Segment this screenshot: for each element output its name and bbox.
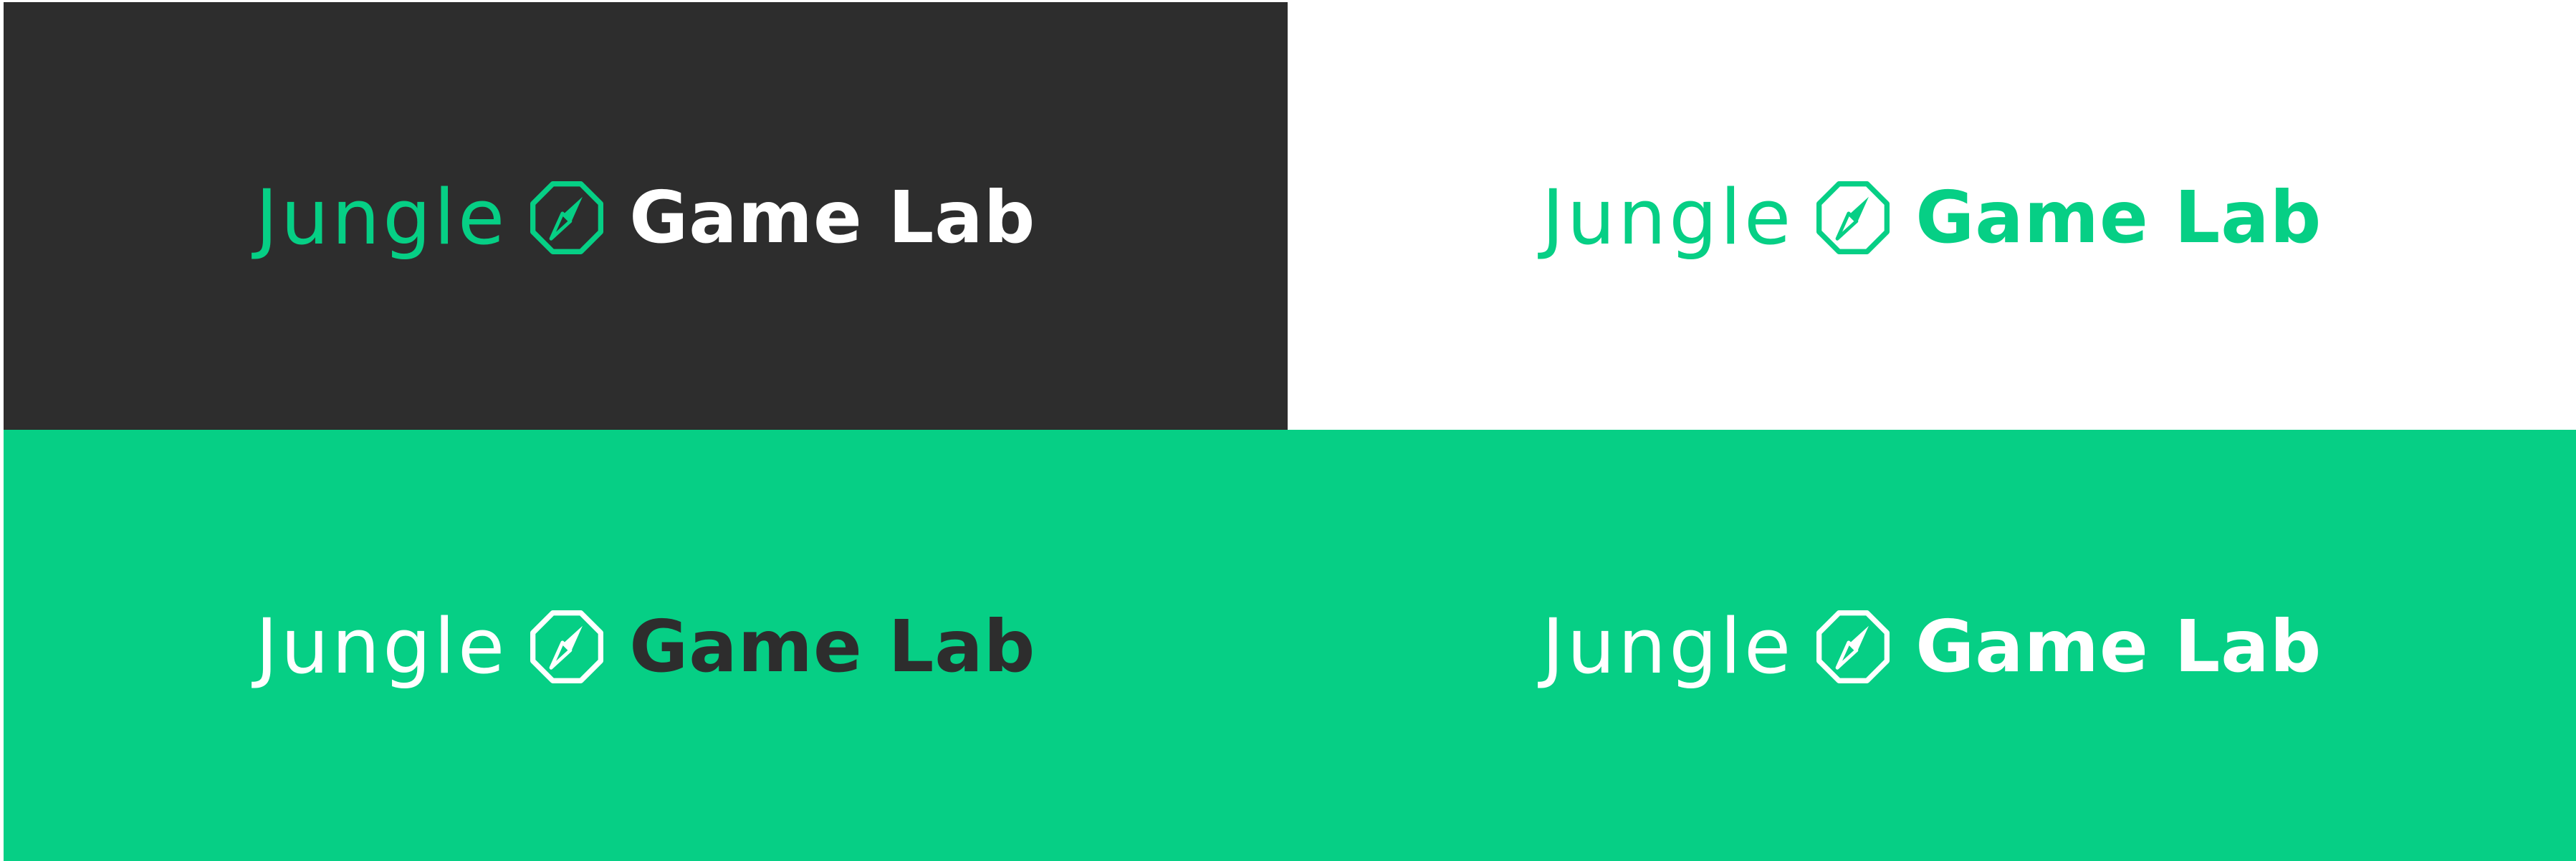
logo-lockup: Jungle Game Lab bbox=[1542, 586, 2322, 708]
logo-word-game-lab: Game Lab bbox=[629, 175, 1036, 259]
compass-icon bbox=[523, 174, 611, 261]
logo-lockup: Jungle Game Lab bbox=[256, 586, 1036, 708]
logo-panel-green-white-text: Jungle Game Lab bbox=[1288, 430, 2576, 861]
logo-word-jungle: Jungle bbox=[255, 173, 508, 261]
logo-lockup: Jungle Game Lab bbox=[1542, 157, 2322, 279]
compass-icon bbox=[1809, 603, 1897, 691]
compass-icon bbox=[523, 603, 611, 691]
logo-word-game-lab: Game Lab bbox=[1915, 605, 2322, 688]
logo-word-jungle: Jungle bbox=[1541, 173, 1794, 261]
logo-word-game-lab: Game Lab bbox=[629, 605, 1036, 688]
compass-icon bbox=[1809, 174, 1897, 261]
logo-panel-white: Jungle Game Lab bbox=[1288, 2, 2576, 430]
logo-word-game-lab: Game Lab bbox=[1915, 175, 2322, 259]
logo-word-jungle: Jungle bbox=[1541, 602, 1794, 691]
logo-panel-green-dark-text: Jungle Game Lab bbox=[4, 430, 1288, 861]
logo-word-jungle: Jungle bbox=[255, 602, 508, 691]
logo-panel-dark: Jungle Game Lab bbox=[4, 2, 1288, 430]
logo-lockup: Jungle Game Lab bbox=[256, 157, 1036, 279]
